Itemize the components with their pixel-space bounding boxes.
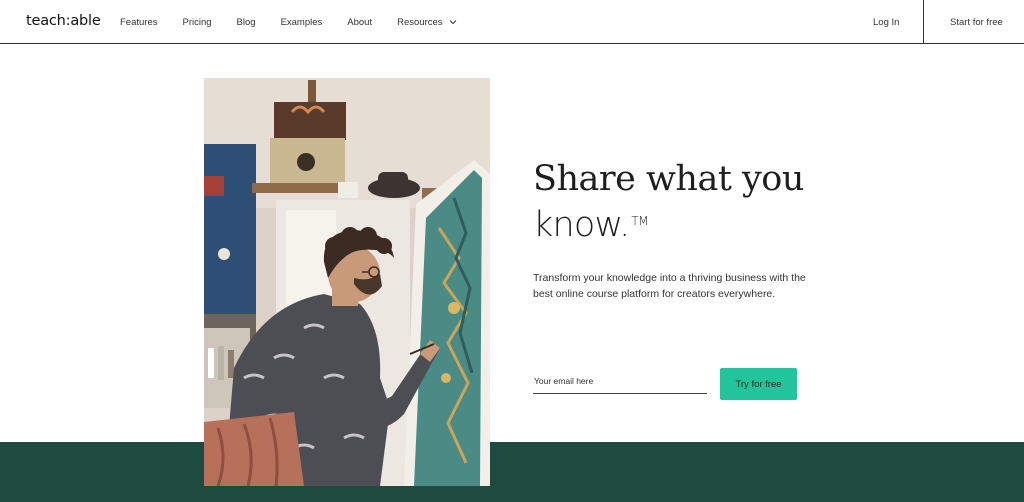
nav-divider bbox=[923, 0, 924, 43]
teachable-logo[interactable]: teach:able bbox=[26, 13, 101, 29]
chevron-down-icon bbox=[449, 20, 456, 25]
nav-links: Features Pricing Blog Examples About Res… bbox=[120, 0, 482, 44]
headline-line-2: know. bbox=[533, 205, 630, 245]
nav-about[interactable]: About bbox=[347, 17, 372, 28]
nav-resources[interactable]: Resources bbox=[397, 17, 456, 28]
email-input[interactable] bbox=[533, 369, 707, 394]
bottom-band bbox=[0, 442, 1024, 502]
nav-blog[interactable]: Blog bbox=[237, 17, 256, 28]
start-for-free-link[interactable]: Start for free bbox=[950, 17, 1003, 28]
try-for-free-button[interactable]: Try for free bbox=[720, 368, 797, 400]
headline-line-1: Share what you bbox=[533, 159, 804, 199]
nav-pricing[interactable]: Pricing bbox=[183, 17, 212, 28]
nav-examples[interactable]: Examples bbox=[281, 17, 323, 28]
nav-resources-label: Resources bbox=[397, 16, 443, 28]
top-nav: teach:able Features Pricing Blog Example… bbox=[0, 0, 1024, 44]
artist-painting-illustration bbox=[204, 78, 490, 486]
nav-features[interactable]: Features bbox=[120, 17, 158, 28]
hero-image bbox=[204, 78, 490, 486]
hero-subtext: Transform your knowledge into a thriving… bbox=[533, 272, 806, 300]
hero-headline: Share what you know. TM bbox=[533, 156, 833, 248]
trademark-mark: TM bbox=[631, 214, 649, 228]
login-link[interactable]: Log In bbox=[873, 17, 899, 28]
